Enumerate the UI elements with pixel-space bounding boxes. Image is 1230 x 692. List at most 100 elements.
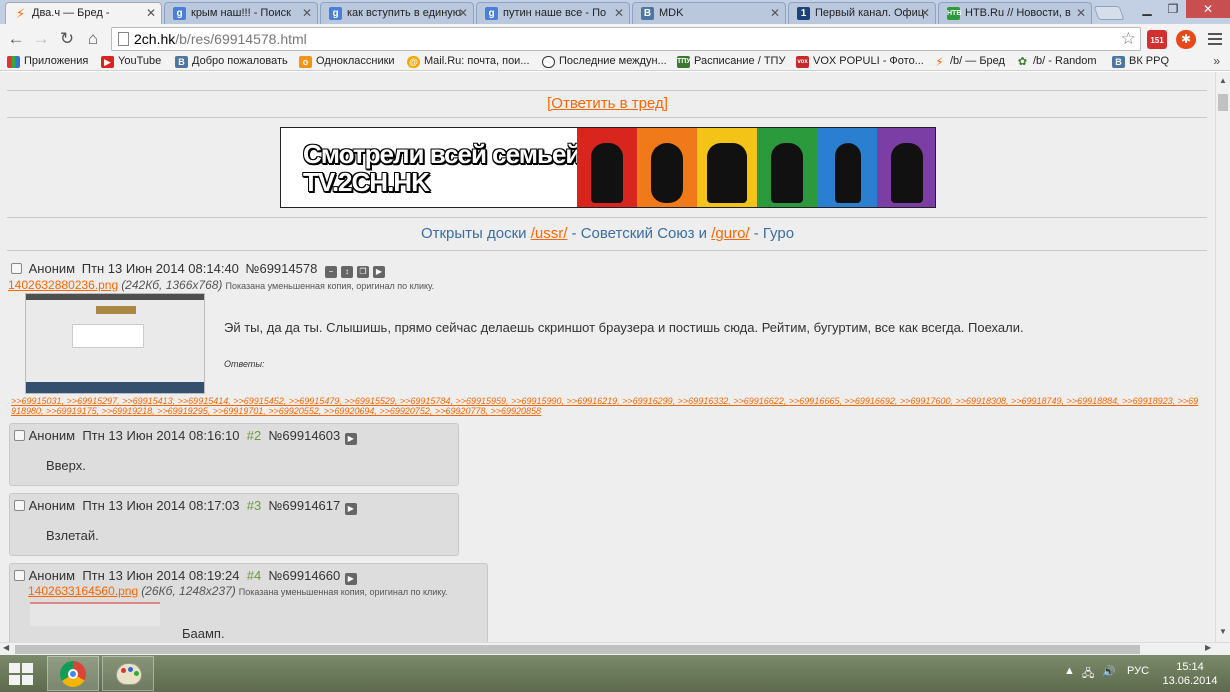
volume-icon[interactable]: 🔊	[1102, 665, 1116, 678]
tab-ntv[interactable]: НТВ НТВ.Ru // Новости, в ✕	[938, 2, 1092, 24]
windows-start-icon[interactable]	[9, 663, 33, 685]
close-icon[interactable]: ✕	[146, 6, 156, 20]
post-author: Аноним	[28, 428, 76, 443]
board-link-ussr[interactable]: /ussr/	[531, 225, 568, 242]
divider	[7, 250, 1207, 251]
tray-expand-icon[interactable]: ▲	[1064, 665, 1075, 677]
horizontal-scrollbar[interactable]: ◀ ▶	[0, 642, 1230, 655]
bookmark-mailru[interactable]: @ Mail.Ru: почта, пои...	[407, 55, 530, 70]
post-header: Аноним Птн 13 Июн 2014 08:19:24 #4 №6991…	[14, 568, 357, 585]
post-number[interactable]: №69914603	[268, 428, 340, 443]
silhouette	[591, 143, 623, 203]
bookmark-apps[interactable]: Приложения	[7, 55, 88, 70]
tab-mdk[interactable]: B MDK ✕	[632, 2, 786, 24]
home-icon[interactable]: ⌂	[83, 29, 103, 49]
bookmark-label: Приложения	[24, 55, 89, 67]
close-icon[interactable]: ✕	[458, 6, 468, 20]
post-file-note: Показана уменьшенная копия, оригинал по …	[238, 587, 448, 597]
divider	[7, 217, 1207, 218]
bookmark-youtube[interactable]: ▶ YouTube	[101, 55, 161, 70]
post-header: Аноним Птн 13 Июн 2014 08:17:03 #3 №6991…	[14, 498, 357, 515]
bookmark-latest-news[interactable]: Последние междун...	[542, 55, 667, 70]
post-date: Птн 13 Июн 2014 08:17:03	[82, 498, 240, 513]
bookmark-b-bred[interactable]: ⚡ /b/ — Бред	[933, 55, 1005, 70]
divider	[7, 90, 1207, 91]
google-icon: g	[329, 7, 342, 20]
reply-in-thread-link[interactable]: [Ответить в тред]	[0, 95, 1215, 112]
scroll-right-icon[interactable]: ▶	[1205, 643, 1211, 652]
youtube-icon: ▶	[101, 56, 114, 68]
play-icon[interactable]: ▶	[344, 503, 357, 515]
bookmark-vox-populi[interactable]: vox VOX POPULI - Фото...	[796, 55, 924, 70]
back-arrow-icon[interactable]: ←	[6, 29, 26, 49]
op-reply-links[interactable]: >>69915031, >>69915297, >>69915413, >>69…	[11, 396, 1201, 416]
close-icon[interactable]: ✕	[614, 6, 624, 20]
extension-star-icon[interactable]: ✱	[1176, 30, 1196, 49]
post-select-checkbox[interactable]	[14, 500, 25, 511]
post-text: Вверх.	[46, 458, 86, 473]
vertical-scroll-thumb[interactable]	[1218, 94, 1228, 111]
horizontal-scroll-thumb[interactable]	[15, 645, 1140, 654]
bookmark-label: Mail.Ru: почта, пои...	[424, 55, 530, 67]
post-author: Аноним	[28, 261, 76, 276]
post-date: Птн 13 Июн 2014 08:19:24	[82, 568, 240, 583]
scroll-up-icon[interactable]: ▲	[1219, 76, 1227, 85]
reload-icon[interactable]: ↻	[57, 29, 77, 49]
op-image-thumbnail[interactable]	[25, 293, 205, 394]
bookmark-star-icon[interactable]: ☆	[1121, 29, 1136, 49]
window-close-icon[interactable]: ✕	[1186, 0, 1230, 18]
post-number[interactable]: №69914578	[246, 261, 318, 276]
close-icon[interactable]: ✕	[1076, 6, 1086, 20]
expand-icon[interactable]: ↕	[340, 266, 353, 278]
apps-grid-icon	[7, 56, 20, 68]
tab-google-1[interactable]: g крым наш!!! - Поиск ✕	[164, 2, 318, 24]
hide-post-icon[interactable]: −	[324, 266, 337, 278]
taskbar-paint[interactable]	[102, 656, 154, 691]
silhouette	[651, 143, 683, 203]
forward-arrow-icon[interactable]: →	[31, 29, 51, 49]
extension-badge-icon[interactable]: 151	[1147, 30, 1167, 49]
op-file-link[interactable]: 1402632880236.png	[8, 278, 118, 292]
vertical-scrollbar[interactable]: ▲ ▼	[1215, 72, 1230, 642]
minimize-icon[interactable]: ▁	[1134, 0, 1160, 18]
post-image-thumbnail[interactable]	[30, 602, 160, 626]
close-icon[interactable]: ✕	[302, 6, 312, 20]
post-number[interactable]: №69914617	[268, 498, 340, 513]
close-icon[interactable]: ✕	[770, 6, 780, 20]
tv-banner[interactable]: Смотрели всей семьей TV.2CH.HK	[280, 127, 936, 208]
reply-post: Аноним Птн 13 Июн 2014 08:16:10 #2 №6991…	[9, 423, 459, 486]
address-bar[interactable]: 2ch.hk/b/res/69914578.html ☆	[111, 27, 1141, 51]
board-link-guro[interactable]: /guro/	[711, 225, 749, 242]
post-select-checkbox[interactable]	[14, 430, 25, 441]
scroll-down-icon[interactable]: ▼	[1219, 627, 1227, 636]
restore-icon[interactable]: ❐	[1160, 0, 1186, 18]
post-select-checkbox[interactable]	[14, 570, 25, 581]
bookmark-b-random[interactable]: ✿ /b/ - Random	[1016, 55, 1097, 70]
new-tab-button[interactable]	[1093, 6, 1125, 20]
post-file-link[interactable]: 1402633164560.png	[28, 584, 138, 598]
tab-label: путин наше все - По	[503, 7, 607, 19]
bookmark-vk-ppq[interactable]: B ВК PPQ	[1112, 55, 1169, 70]
circle-icon	[542, 56, 555, 68]
network-icon[interactable]: 🖧	[1082, 665, 1094, 684]
tab-twoch[interactable]: ⚡ Два.ч — Бред - ✕	[5, 2, 162, 25]
odnoklassniki-icon: o	[299, 56, 312, 68]
tab-channel-one[interactable]: 1 Первый канал. Офиц ✕	[788, 2, 936, 24]
close-icon[interactable]: ✕	[920, 6, 930, 20]
scroll-left-icon[interactable]: ◀	[3, 643, 9, 652]
chrome-menu-icon[interactable]	[1208, 30, 1222, 46]
bookmark-tpu[interactable]: ТПУ Расписание / ТПУ	[677, 55, 785, 70]
bookmark-odnoklassniki[interactable]: o Одноклассники	[299, 55, 395, 70]
language-indicator[interactable]: РУС	[1127, 665, 1149, 677]
taskbar-clock[interactable]: 15:14 13.06.2014	[1160, 660, 1220, 688]
copy-icon[interactable]: ❐	[356, 266, 369, 278]
taskbar-chrome[interactable]	[47, 656, 99, 691]
tab-google-2[interactable]: g как вступить в единую ✕	[320, 2, 474, 24]
bookmark-vk-welcome[interactable]: B Добро пожаловать	[175, 55, 288, 70]
post-number[interactable]: №69914660	[268, 568, 340, 583]
op-select-checkbox[interactable]	[11, 263, 22, 274]
play-icon[interactable]: ▶	[344, 433, 357, 445]
tab-google-3[interactable]: g путин наше все - По ✕	[476, 2, 630, 24]
play-icon[interactable]: ▶	[372, 266, 385, 278]
bookmarks-overflow-icon[interactable]: »	[1213, 54, 1220, 68]
